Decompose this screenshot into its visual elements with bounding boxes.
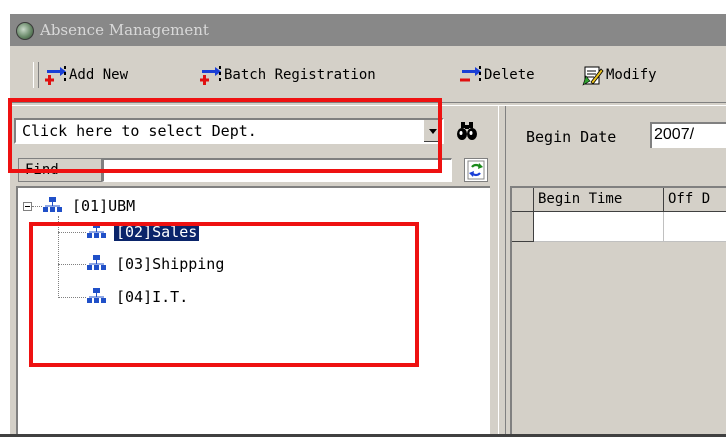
org-unit-icon <box>43 197 62 212</box>
dropdown-arrow-icon[interactable] <box>423 120 442 142</box>
delete-icon <box>460 66 481 82</box>
row-header[interactable] <box>512 212 534 242</box>
toolbar-grip[interactable] <box>33 62 39 88</box>
grid-cell[interactable] <box>664 212 726 242</box>
tree-connector <box>58 216 59 298</box>
title-bar[interactable]: Absence Management <box>10 14 726 46</box>
tree-connector <box>58 232 86 233</box>
modify-button[interactable]: Modify <box>582 63 657 87</box>
absence-detail-panel: Begin Date 2007/ Begin Time Off D <box>506 106 726 437</box>
tree-node-it[interactable]: [04]I.T. <box>86 287 190 307</box>
batch-registration-button[interactable]: Batch Registration <box>200 63 376 87</box>
tree-node-sales[interactable]: [02]Sales <box>86 222 201 242</box>
grid-corner <box>512 188 534 212</box>
toolbar: Add New Batch Registration Delete Modify <box>10 50 726 102</box>
find-row: Find <box>18 158 492 186</box>
add-new-label: Add New <box>69 67 129 83</box>
department-panel: Click here to select Dept. Find [01]UBM … <box>10 106 498 437</box>
find-label: Find <box>18 158 102 182</box>
batch-registration-label: Batch Registration <box>224 67 376 83</box>
absence-grid: Begin Time Off D <box>510 186 726 437</box>
window-title: Absence Management <box>40 21 209 39</box>
tree-node-root[interactable]: [01]UBM <box>42 196 137 216</box>
tree-connector <box>58 297 86 298</box>
tree-node-label: [01]UBM <box>72 197 136 215</box>
tree-node-label: [02]Sales <box>112 222 201 242</box>
dept-select[interactable]: Click here to select Dept. <box>14 118 444 144</box>
tree-node-shipping[interactable]: [03]Shipping <box>86 254 226 274</box>
collapse-toggle[interactable] <box>23 202 32 211</box>
modify-icon <box>582 66 604 86</box>
delete-label: Delete <box>484 67 535 83</box>
org-unit-icon <box>87 255 106 270</box>
tree-node-label: [04]I.T. <box>116 288 189 306</box>
dept-select-value: Click here to select Dept. <box>22 122 257 140</box>
app-icon <box>16 22 34 40</box>
absence-management-window: Absence Management Add New Batch Registr… <box>10 14 726 437</box>
add-new-icon <box>45 66 66 85</box>
begin-date-label: Begin Date <box>526 128 617 146</box>
tree-connector <box>32 206 42 207</box>
grid-cell[interactable] <box>534 212 664 242</box>
org-unit-icon <box>87 223 106 238</box>
tree-node-label: [03]Shipping <box>116 255 225 273</box>
column-header-begin-time[interactable]: Begin Time <box>534 188 664 212</box>
modify-label: Modify <box>606 67 657 83</box>
begin-date-input[interactable]: 2007/ <box>650 122 726 148</box>
refresh-icon <box>467 160 485 180</box>
delete-button[interactable]: Delete <box>460 63 535 87</box>
refresh-button[interactable] <box>464 158 488 182</box>
add-new-button[interactable]: Add New <box>45 63 128 87</box>
column-header-off-day[interactable]: Off D <box>664 188 726 212</box>
binoculars-icon[interactable] <box>456 121 478 141</box>
org-unit-icon <box>87 288 106 303</box>
panel-splitter[interactable] <box>498 106 506 437</box>
dept-tree: [01]UBM [02]Sales [03]Shipping [04]I.T. <box>16 186 490 437</box>
batch-registration-icon <box>200 66 221 85</box>
find-input[interactable] <box>102 158 452 182</box>
tree-connector <box>58 264 86 265</box>
